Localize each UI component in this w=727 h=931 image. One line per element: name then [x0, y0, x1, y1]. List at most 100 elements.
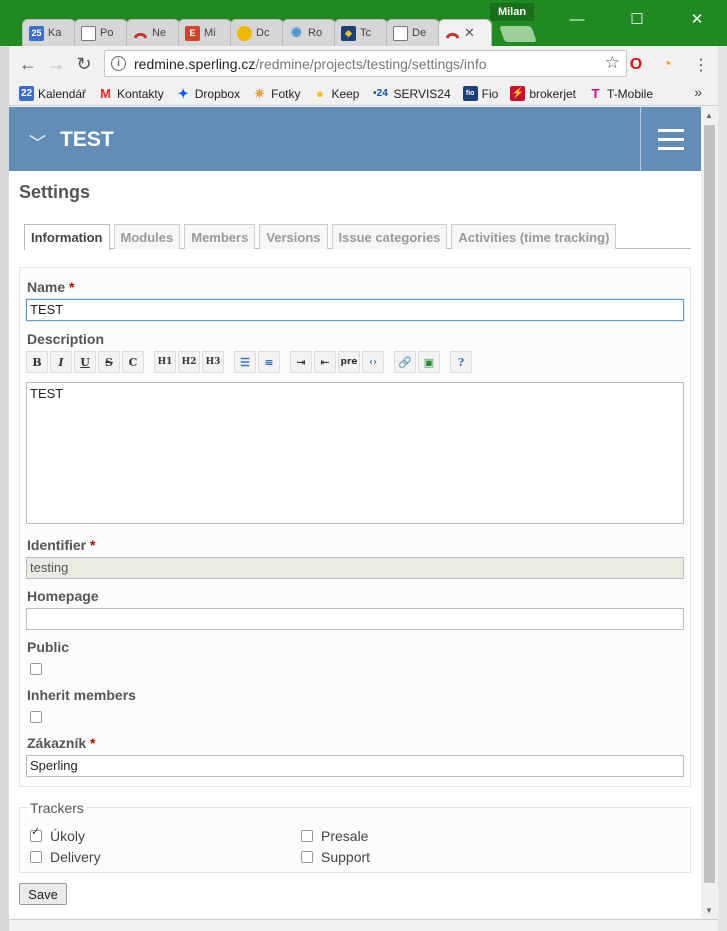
fio-icon: fio [462, 86, 478, 101]
browser-tab-e[interactable]: E Mi [178, 19, 232, 46]
unordered-list-icon[interactable]: ☰ [234, 351, 256, 373]
close-window-icon[interactable]: ✕ [667, 0, 727, 38]
chevron-down-icon[interactable]: ﹀ [29, 129, 46, 154]
close-tab-icon[interactable]: ✕ [464, 25, 475, 41]
customer-label-text: Zákazník [27, 735, 87, 751]
tab-issue-categories[interactable]: Issue categories [331, 224, 448, 249]
forward-arrow-icon[interactable]: → [42, 50, 70, 78]
heading3-button[interactable]: H3 [202, 351, 224, 373]
image-icon[interactable]: ▣ [418, 351, 440, 373]
indent-icon[interactable]: ⇥ [290, 351, 312, 373]
outdent-icon[interactable]: ⇤ [314, 351, 336, 373]
tracker-checkbox[interactable] [30, 830, 42, 842]
opera-extension-icon[interactable]: O [626, 55, 646, 75]
bookmark-keep[interactable]: ● Keep [312, 86, 359, 101]
tracker-delivery[interactable]: Delivery [30, 849, 101, 865]
bookmark-fotky[interactable]: ✷ Fotky [252, 86, 300, 101]
bold-button[interactable]: B [26, 351, 48, 373]
tracker-label: Presale [321, 828, 369, 844]
hamburger-menu-icon[interactable] [640, 107, 701, 171]
help-icon[interactable]: ? [450, 351, 472, 373]
browser-menu-icon[interactable]: ⋮ [691, 55, 711, 75]
tab-activities[interactable]: Activities (time tracking) [451, 224, 617, 249]
browser-tab-gear[interactable]: ✺ Ro [282, 19, 336, 46]
bookmark-label: SERVIS24 [393, 86, 451, 101]
scrollbar-thumb[interactable] [704, 125, 715, 883]
tracker-checkbox[interactable] [30, 851, 42, 863]
browser-tab-bank[interactable]: ◆ Tc [334, 19, 388, 46]
homepage-input[interactable] [26, 608, 684, 630]
customer-input[interactable]: Sperling [26, 755, 684, 777]
code-block-icon[interactable]: ‹› [362, 351, 384, 373]
tab-members[interactable]: Members [184, 224, 256, 249]
strikethrough-button[interactable]: S [98, 351, 120, 373]
servis24-icon: •24 [373, 88, 388, 99]
tracker-checkbox[interactable] [301, 851, 313, 863]
address-bar[interactable]: i redmine.sperling.cz/redmine/projects/t… [104, 50, 627, 77]
tab-versions[interactable]: Versions [259, 224, 328, 249]
page-content: ﹀ TEST Settings Information Modules Memb… [9, 107, 701, 919]
browser-tab-document-2[interactable]: De [386, 19, 440, 46]
tracker-presale[interactable]: Presale [301, 828, 368, 844]
browser-tab-circle[interactable]: Dc [230, 19, 284, 46]
bookmark-kalendar[interactable]: 22 Kalendář [19, 86, 86, 101]
heading1-button[interactable]: H1 [154, 351, 176, 373]
tracker-checkbox[interactable] [301, 830, 313, 842]
circle-icon [237, 25, 252, 41]
identifier-label: Identifier * [27, 537, 95, 553]
inline-code-button[interactable]: C [122, 351, 144, 373]
bookmark-fio[interactable]: fio Fio [462, 86, 498, 101]
browser-tab-redmine-1[interactable]: Ne [126, 19, 180, 46]
tab-title: Ka [48, 27, 62, 39]
tmobile-icon: T [591, 86, 600, 101]
project-info-form: Name * TEST Description B I U S C H1 H2 … [19, 267, 691, 787]
back-arrow-icon[interactable]: ← [14, 50, 42, 78]
browser-tab-document-1[interactable]: Po [74, 19, 128, 46]
bookmark-star-icon[interactable]: ☆ [605, 53, 620, 73]
tab-modules[interactable]: Modules [113, 224, 181, 249]
inherit-members-checkbox[interactable] [30, 711, 42, 723]
document-icon [81, 25, 96, 41]
gear-icon: ✺ [291, 25, 302, 40]
page-scrollbar[interactable]: ▲ ▼ [701, 107, 718, 919]
scroll-down-icon[interactable]: ▼ [705, 906, 713, 915]
minimize-icon[interactable]: — [547, 0, 607, 38]
new-tab-button[interactable] [499, 26, 537, 42]
heading2-button[interactable]: H2 [178, 351, 200, 373]
bookmark-label: Keep [331, 86, 360, 101]
bookmark-kontakty[interactable]: M Kontakty [98, 86, 164, 101]
save-button[interactable]: Save [19, 883, 67, 905]
required-mark: * [69, 279, 75, 295]
bookmark-servis24[interactable]: •24 SERVIS24 [371, 86, 450, 101]
name-label: Name * [27, 279, 74, 295]
redmine-icon [445, 26, 460, 41]
browser-tab-calendar[interactable]: 25 Ka [22, 19, 76, 46]
profile-name[interactable]: Milan [490, 3, 534, 21]
project-title[interactable]: TEST [60, 128, 114, 152]
description-textarea[interactable]: TEST [26, 382, 684, 524]
underline-button[interactable]: U [74, 351, 96, 373]
pre-button[interactable]: pre [338, 351, 360, 373]
rss-extension-icon[interactable]: ◔ [657, 55, 677, 75]
browser-tab-active[interactable]: ✕ [438, 19, 492, 46]
bookmark-dropbox[interactable]: ✦ Dropbox [176, 86, 240, 101]
reload-icon[interactable]: ↻ [70, 50, 98, 78]
ordered-list-icon[interactable]: ≡ [258, 351, 280, 373]
info-icon[interactable]: i [111, 56, 126, 71]
scroll-up-icon[interactable]: ▲ [705, 111, 713, 120]
name-label-text: Name [27, 279, 66, 295]
maximize-icon[interactable]: ☐ [607, 0, 667, 38]
tracker-ukoly[interactable]: Úkoly [30, 828, 85, 844]
more-bookmarks-icon[interactable]: » [694, 84, 702, 100]
tab-information[interactable]: Information [24, 224, 110, 250]
bookmark-tmobile[interactable]: T T-Mobile [588, 86, 654, 101]
name-input[interactable]: TEST [26, 299, 684, 321]
tracker-support[interactable]: Support [301, 849, 370, 865]
public-checkbox[interactable] [30, 663, 42, 675]
wiki-link-icon[interactable]: 🔗 [394, 351, 416, 373]
bookmark-label: T-Mobile [607, 86, 654, 101]
italic-button[interactable]: I [50, 351, 72, 373]
bookmark-brokerjet[interactable]: ⚡ brokerjet [510, 86, 576, 101]
gmail-icon: M [100, 86, 111, 101]
tracker-label: Úkoly [50, 828, 86, 844]
